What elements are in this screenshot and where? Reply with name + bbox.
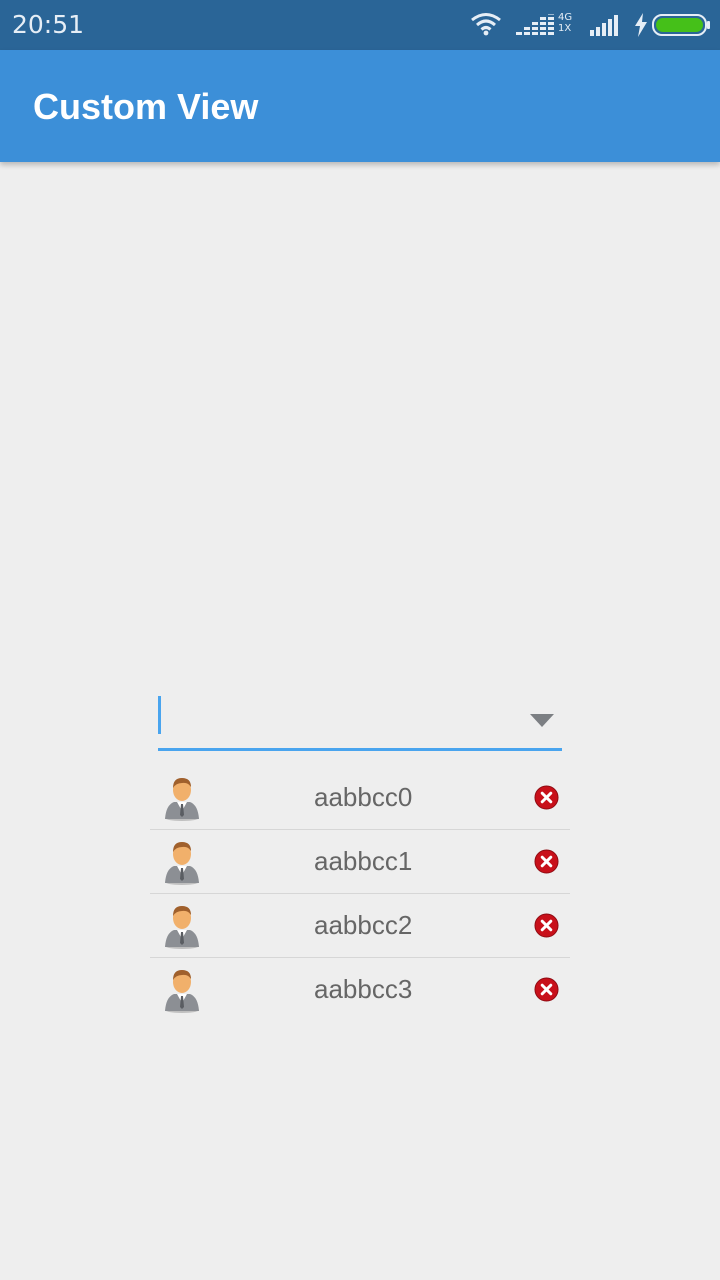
list-item-label: aabbcc3 (314, 974, 413, 1004)
delete-icon[interactable] (534, 913, 559, 938)
user-avatar-icon (165, 970, 199, 1013)
list-item-label: aabbcc0 (314, 782, 413, 812)
list-item[interactable]: aabbcc2 (150, 894, 570, 958)
dropdown-arrow-icon[interactable] (530, 714, 554, 727)
status-time: 20:51 (12, 10, 85, 39)
app-bar: Custom View (0, 50, 720, 162)
wifi-icon (471, 13, 501, 36)
input-underline (158, 748, 562, 751)
user-avatar-icon (165, 906, 199, 949)
list-item[interactable]: aabbcc0 (150, 766, 570, 830)
battery-icon (652, 14, 710, 36)
combo-input[interactable] (158, 690, 518, 748)
delete-icon[interactable] (534, 977, 559, 1002)
user-avatar-icon (165, 778, 199, 821)
user-list: aabbcc0 aabbcc1 aabbcc2 aabbcc3 (150, 766, 570, 1022)
list-item[interactable]: aabbcc1 (150, 830, 570, 894)
signal-icon (516, 14, 554, 35)
delete-icon[interactable] (534, 849, 559, 874)
delete-icon[interactable] (534, 785, 559, 810)
network-sub: 1X (558, 23, 572, 34)
list-item-label: aabbcc1 (314, 846, 413, 876)
network-type-label: 4G 1X (558, 12, 572, 34)
signal-icon (590, 15, 618, 36)
network-type: 4G (558, 12, 573, 23)
page-title: Custom View (33, 86, 259, 127)
user-avatar-icon (165, 842, 199, 885)
charging-icon (635, 13, 647, 37)
list-item[interactable]: aabbcc3 (150, 958, 570, 1022)
status-bar: 20:51 4G 1X (0, 0, 720, 50)
list-item-label: aabbcc2 (314, 910, 413, 940)
combo-box[interactable] (158, 690, 562, 752)
